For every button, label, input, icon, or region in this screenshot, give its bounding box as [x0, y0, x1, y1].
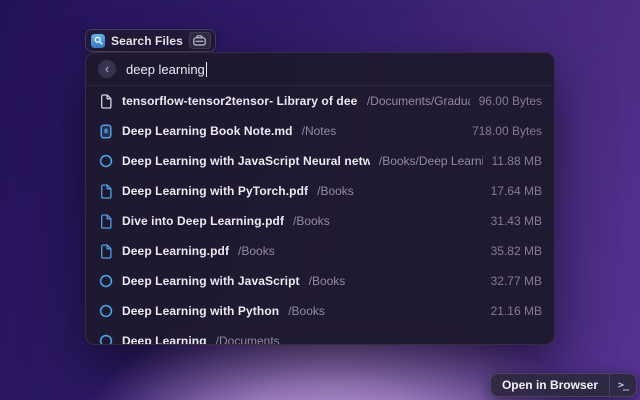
file-path: /Books — [238, 244, 275, 258]
search-files-badge[interactable]: Search Files — [85, 29, 216, 52]
file-path: /Books — [293, 214, 330, 228]
badge-label: Search Files — [111, 34, 183, 48]
file-path: /Books — [309, 274, 346, 288]
open-in-browser-label: Open in Browser — [491, 374, 609, 396]
file-size: 96.00 Bytes — [479, 94, 542, 108]
tray-icon[interactable] — [189, 32, 211, 49]
file-size: 17.64 MB — [491, 184, 542, 198]
file-gray-icon — [98, 94, 113, 109]
file-result-row[interactable]: Deep Learning.pdf/Books 35.82 MB — [86, 236, 554, 266]
file-title: Deep Learning with PyTorch.pdf — [122, 184, 308, 198]
file-path: /Notes — [302, 124, 337, 138]
search-input[interactable]: deep learning — [126, 62, 207, 77]
file-title: Deep Learning Book Note.md — [122, 124, 293, 138]
terminal-prompt-key-icon: >_ — [609, 374, 636, 396]
circle-icon — [98, 154, 113, 169]
text-cursor — [206, 62, 208, 77]
search-bar: ‹ deep learning — [86, 53, 554, 86]
file-result-row[interactable]: Deep Learning with PyTorch.pdf/Books 17.6… — [86, 176, 554, 206]
file-size: 21.16 MB — [491, 304, 542, 318]
back-button[interactable]: ‹ — [98, 60, 116, 78]
circle-icon — [98, 334, 113, 345]
file-blue-icon — [98, 184, 113, 199]
file-path: /Documents — [216, 334, 280, 344]
file-title: Deep Learning with JavaScript Neural net… — [122, 154, 370, 168]
file-result-row[interactable]: tensorflow-tensor2tensor- Library of dee… — [86, 86, 554, 116]
file-title: Deep Learning with Python — [122, 304, 279, 318]
circle-icon — [98, 304, 113, 319]
file-result-row[interactable]: Deep Learning with Python/Books 21.16 MB — [86, 296, 554, 326]
file-result-row[interactable]: Deep Learning with JavaScript/Books 32.77… — [86, 266, 554, 296]
file-size: 31.43 MB — [491, 214, 542, 228]
file-size: 718.00 Bytes — [472, 124, 542, 138]
file-path: /Books — [288, 304, 325, 318]
file-path: /Books/Deep Learning wi... — [379, 154, 483, 168]
circle-icon — [98, 274, 113, 289]
file-size: 11.88 MB — [492, 154, 542, 168]
file-result-row[interactable]: Deep Learning/Documents — [86, 326, 554, 344]
search-query-text: deep learning — [126, 62, 205, 77]
results-list: tensorflow-tensor2tensor- Library of dee… — [86, 86, 554, 344]
file-blue-icon — [98, 214, 113, 229]
file-path: /Documents/Graduate S... — [367, 94, 470, 108]
file-size: 32.77 MB — [491, 274, 542, 288]
file-size: 35.82 MB — [491, 244, 542, 258]
file-result-row[interactable]: Deep Learning with JavaScript Neural net… — [86, 146, 554, 176]
file-title: tensorflow-tensor2tensor- Library of dee… — [122, 94, 358, 108]
search-files-app-icon — [91, 34, 105, 48]
file-title: Deep Learning — [122, 334, 207, 344]
file-title: Deep Learning with JavaScript — [122, 274, 300, 288]
search-files-window: ‹ deep learning tensorflow-tensor2tensor… — [85, 52, 555, 345]
file-title: Dive into Deep Learning.pdf — [122, 214, 284, 228]
file-path: /Books — [317, 184, 354, 198]
file-result-row[interactable]: Deep Learning Book Note.md/Notes 718.00 B… — [86, 116, 554, 146]
file-blue-icon — [98, 244, 113, 259]
file-title: Deep Learning.pdf — [122, 244, 229, 258]
file-result-row[interactable]: Dive into Deep Learning.pdf/Books 31.43 M… — [86, 206, 554, 236]
open-in-browser-button[interactable]: Open in Browser >_ — [490, 373, 637, 397]
markdown-icon — [98, 124, 113, 139]
